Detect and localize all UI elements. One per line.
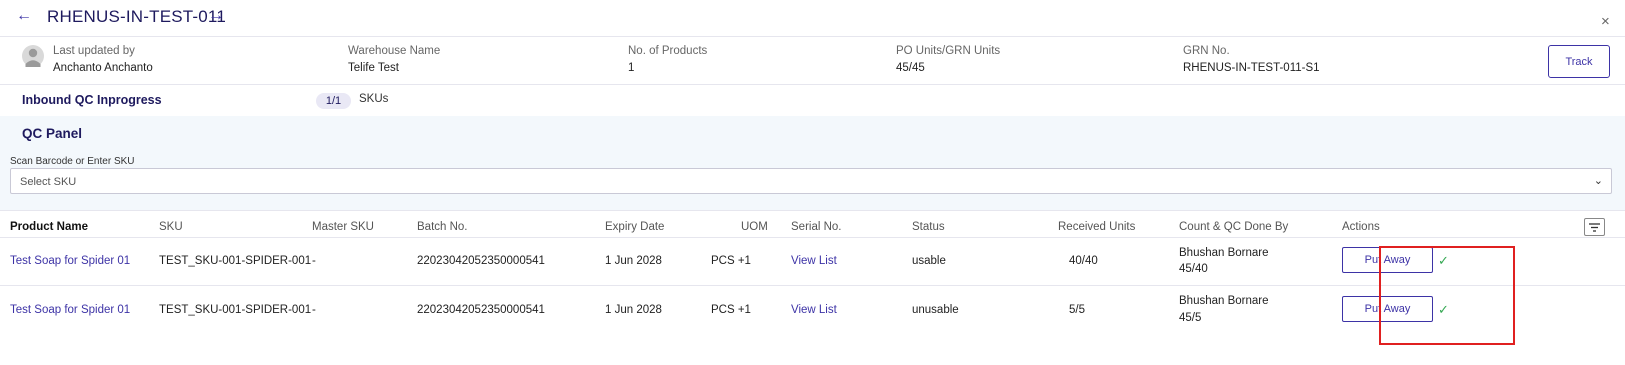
sku-unit-label: SKUs [359,93,389,105]
master-sku-cell: - [312,304,316,316]
close-icon[interactable]: × [1601,13,1610,30]
col-serial: Serial No. [791,221,842,233]
sku-cell: TEST_SKU-001-SPIDER-001 [159,255,312,267]
last-updated-value: Anchanto Anchanto [53,62,153,74]
arrow-left-icon[interactable]: ← [16,7,32,25]
status-cell: unusable [912,304,959,316]
col-status: Status [912,221,945,233]
last-updated-label: Last updated by [53,45,135,57]
sku-select[interactable]: Select SKU ⌄ [10,168,1612,194]
product-name-link[interactable]: Test Soap for Spider 01 [10,304,130,316]
warehouse-label: Warehouse Name [348,45,441,57]
col-actions: Actions [1342,221,1380,233]
qc-done-by-cell: Bhushan Bornare [1179,247,1269,259]
expiry-cell: 1 Jun 2028 [605,304,662,316]
received-cell: 5/5 [1069,304,1085,316]
divider [0,36,1625,37]
col-batch: Batch No. [417,221,468,233]
qc-panel [0,116,1625,210]
uom-cell: PCS +1 [711,304,751,316]
grn-value: RHENUS-IN-TEST-011-S1 [1183,62,1320,74]
qc-panel-title: QC Panel [22,126,83,141]
batch-cell: 22023042052350000541 [417,304,545,316]
qc-count-cell: 45/5 [1179,312,1202,324]
filter-icon[interactable] [1584,218,1605,236]
qc-count-cell: 45/40 [1179,263,1208,275]
sku-cell: TEST_SKU-001-SPIDER-001 [159,304,312,316]
view-list-link[interactable]: View List [791,255,837,267]
col-received: Received Units [1058,221,1136,233]
products-value: 1 [628,62,635,74]
warehouse-value: Telife Test [348,62,399,74]
inbound-status-label: Inbound QC Inprogress [22,93,162,107]
po-units-value: 45/45 [896,62,925,74]
qc-done-by-cell: Bhushan Bornare [1179,295,1269,307]
col-sku: SKU [159,221,183,233]
master-sku-cell: - [312,255,316,267]
col-product-name: Product Name [10,221,88,233]
header-bar: ← RHENUS-IN-TEST-011 → × [0,0,1625,36]
col-count-qc: Count & QC Done By [1179,221,1289,233]
batch-cell: 22023042052350000541 [417,255,545,267]
sku-counter-badge: 1/1 [316,93,351,109]
user-avatar-icon [22,45,44,69]
arrow-right-icon[interactable]: → [208,7,224,25]
divider [0,237,1625,238]
col-expiry: Expiry Date [605,221,665,233]
status-cell: usable [912,255,946,267]
scan-barcode-label: Scan Barcode or Enter SKU [10,156,135,167]
divider [0,210,1625,211]
uom-cell: PCS +1 [711,255,751,267]
expiry-cell: 1 Jun 2028 [605,255,662,267]
po-units-label: PO Units/GRN Units [896,45,1001,57]
sku-select-placeholder: Select SKU [20,176,77,188]
product-name-link[interactable]: Test Soap for Spider 01 [10,255,130,267]
grn-label: GRN No. [1183,45,1230,57]
divider [0,84,1625,85]
page-title: RHENUS-IN-TEST-011 [47,7,226,26]
highlight-box [1379,246,1515,345]
col-master-sku: Master SKU [312,221,374,233]
chevron-down-icon: ⌄ [1593,175,1603,187]
col-uom: UOM [741,221,768,233]
view-list-link[interactable]: View List [791,304,837,316]
products-label: No. of Products [628,45,708,57]
received-cell: 40/40 [1069,255,1098,267]
track-button[interactable]: Track [1548,45,1610,78]
